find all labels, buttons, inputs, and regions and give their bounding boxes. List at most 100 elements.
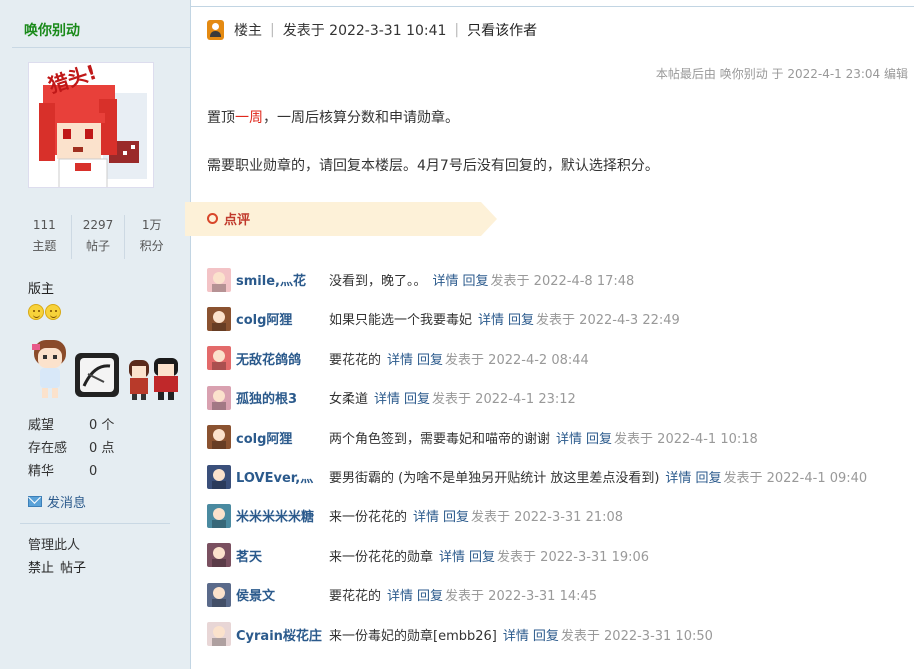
comments-heading: 点评	[207, 209, 250, 228]
commenter-name[interactable]: 米米米米米糖	[231, 506, 329, 525]
medal-ink-icon[interactable]	[74, 352, 120, 398]
header-separator: |	[454, 22, 460, 38]
post-header: 楼主 | 发表于 2022-3-31 10:41 | 只看该作者	[207, 18, 537, 42]
comment-detail-link[interactable]: 详情	[374, 388, 400, 407]
author-stats: 111 主题 2297 帖子 1万 积分	[18, 215, 178, 259]
comment-reply-link[interactable]: 回复	[469, 546, 495, 565]
comment-reply-link[interactable]: 回复	[417, 349, 443, 368]
comment-reply-link[interactable]: 回复	[533, 625, 559, 644]
author-username[interactable]: 唤你别动	[24, 20, 80, 40]
comment-row: 无敌花鸽鸽 要花花的 详情 回复 发表于 2022-4-2 08:44	[207, 339, 914, 378]
user-group[interactable]: 版主	[28, 278, 54, 297]
commenter-avatar[interactable]	[207, 582, 231, 607]
info-value: 0 个	[89, 418, 115, 433]
commenter-avatar[interactable]	[207, 267, 231, 292]
ban-posts-link[interactable]: 帖子	[60, 557, 86, 576]
comment-text: 来一份花花的勋章	[329, 549, 434, 565]
commenter-name[interactable]: smile,灬花	[231, 270, 329, 289]
comment-reply-link[interactable]: 回复	[586, 428, 612, 447]
post-line-2: 需要职业勋章的，请回复本楼层。4月7号后没有回复的，默认选择积分。	[207, 158, 659, 174]
comment-row: Cyrain桜花庄 来一份毒妃的勋章[embb26] 详情 回复 发表于 2022-3-…	[207, 615, 914, 654]
stat-credits-label: 积分	[139, 239, 164, 253]
commenter-name[interactable]: 无敌花鸽鸽	[231, 349, 329, 368]
commenter-name[interactable]: LOVEver,灬	[231, 467, 329, 486]
commenter-avatar[interactable]	[207, 425, 231, 450]
comment-detail-link[interactable]: 详情	[413, 506, 439, 525]
smiley-rank-icon	[45, 304, 61, 320]
author-info: 威望 0 个 存在感 0 点 精华 0	[28, 414, 114, 483]
comment-time: 发表于 2022-4-8 17:48	[490, 274, 635, 289]
view-author-only-link[interactable]: 只看该作者	[467, 20, 537, 40]
comment-detail-link[interactable]: 详情	[387, 585, 413, 604]
comment-time: 发表于 2022-4-1 10:18	[614, 431, 758, 447]
edited-note: 本帖最后由 唤你别动 于 2022-4-1 23:04 编辑	[655, 67, 908, 81]
header-separator: |	[270, 22, 275, 38]
commenter-avatar[interactable]	[207, 464, 231, 489]
comment-text: 来一份花花的	[329, 510, 408, 526]
comment-detail-link[interactable]: 详情	[433, 270, 459, 289]
comment-time: 发表于 2022-3-31 19:06	[497, 549, 650, 565]
info-presence: 存在感 0 点	[28, 437, 114, 460]
comment-reply-link[interactable]: 回复	[463, 270, 489, 289]
comment-text: 如果只能选一个我要毒妃	[329, 313, 473, 329]
comment-row: 侯景文 要花花的 详情 回复 发表于 2022-3-31 14:45	[207, 575, 914, 614]
comment-text: 没看到，晚了。。	[329, 274, 427, 289]
commenter-avatar[interactable]	[207, 543, 231, 568]
comment-row: 孤独的根3 女柔道 详情 回复 发表于 2022-4-1 23:12	[207, 378, 914, 417]
comment-reply-link[interactable]: 回复	[404, 388, 430, 407]
comment-reply-link[interactable]: 回复	[443, 506, 469, 525]
commenter-name[interactable]: colg阿狸	[231, 309, 329, 328]
comment-reply-link[interactable]: 回复	[508, 309, 534, 328]
comment-detail-link[interactable]: 详情	[665, 467, 691, 486]
medal-char2-icon[interactable]	[150, 356, 182, 400]
comment-reply-link[interactable]: 回复	[417, 585, 443, 604]
commenter-avatar[interactable]	[207, 622, 231, 647]
thread-starter-icon	[207, 20, 224, 40]
post-line-1: 置顶一周，一周后核算分数和申请勋章。	[207, 108, 659, 128]
commenter-name[interactable]: colg阿狸	[231, 428, 329, 447]
commenter-name[interactable]: Cyrain桜花庄	[231, 625, 329, 644]
post-text: ，一周后核算分数和申请勋章。	[263, 110, 459, 126]
info-label: 威望	[28, 418, 55, 433]
post-main: 楼主 | 发表于 2022-3-31 10:41 | 只看该作者 本帖最后由 唤…	[185, 0, 914, 669]
info-value: 0	[89, 464, 98, 479]
comment-detail-link[interactable]: 详情	[503, 625, 529, 644]
medal-girl-icon[interactable]	[28, 338, 72, 400]
mail-icon	[28, 496, 42, 507]
stat-credits-value: 1万	[141, 218, 162, 232]
comment-detail-link[interactable]: 详情	[439, 546, 465, 565]
comment-row: colg阿狸 两个角色签到，需要毒妃和喵帝的谢谢 详情 回复 发表于 2022-4-1 …	[207, 418, 914, 457]
comment-text: 要花花的	[329, 352, 382, 368]
commenter-avatar[interactable]	[207, 503, 231, 528]
stat-threads[interactable]: 111 主题	[18, 215, 72, 259]
commenter-name[interactable]: 侯景文	[231, 585, 329, 604]
comment-detail-link[interactable]: 详情	[478, 309, 504, 328]
commenter-avatar[interactable]	[207, 346, 231, 371]
comment-time: 发表于 2022-4-1 09:40	[723, 471, 868, 486]
commenter-avatar[interactable]	[207, 385, 231, 410]
ban-user-link[interactable]: 禁止	[28, 557, 54, 576]
top-border	[191, 6, 914, 7]
stat-posts-value: 2297	[82, 218, 114, 232]
comment-detail-link[interactable]: 详情	[556, 428, 582, 447]
comment-text: 女柔道	[329, 392, 369, 408]
send-message-link[interactable]: 发消息	[28, 492, 86, 511]
comment-detail-link[interactable]: 详情	[387, 349, 413, 368]
commenter-name[interactable]: 茗天	[231, 546, 329, 565]
author-sidebar: 唤你别动 猎头! 111 主题 2297 帖子 1万 积分 版主 威望 0 个 …	[0, 0, 191, 669]
post-text: 置顶	[207, 110, 235, 126]
commenter-name[interactable]: 孤独的根3	[231, 388, 329, 407]
smiley-rank-icon	[28, 304, 44, 320]
author-avatar[interactable]: 猎头!	[28, 62, 154, 188]
stat-posts[interactable]: 2297 帖子	[72, 215, 126, 259]
manage-actions: 禁止 帖子	[28, 557, 86, 576]
comment-row: LOVEver,灬 要男街霸的 (为啥不是单独另开贴统计 放这里差点没看到) 详情回…	[207, 457, 914, 496]
comment-text: 来一份毒妃的勋章[embb26]	[329, 628, 497, 644]
commenter-avatar[interactable]	[207, 306, 231, 331]
comment-reply-link[interactable]: 回复	[695, 467, 721, 486]
comment-time: 发表于 2022-3-31 10:50	[560, 628, 713, 644]
stat-threads-label: 主题	[32, 239, 57, 253]
comment-time: 发表于 2022-3-31 14:45	[445, 589, 598, 605]
stat-credits[interactable]: 1万 积分	[125, 215, 178, 259]
send-message-label: 发消息	[47, 496, 87, 511]
